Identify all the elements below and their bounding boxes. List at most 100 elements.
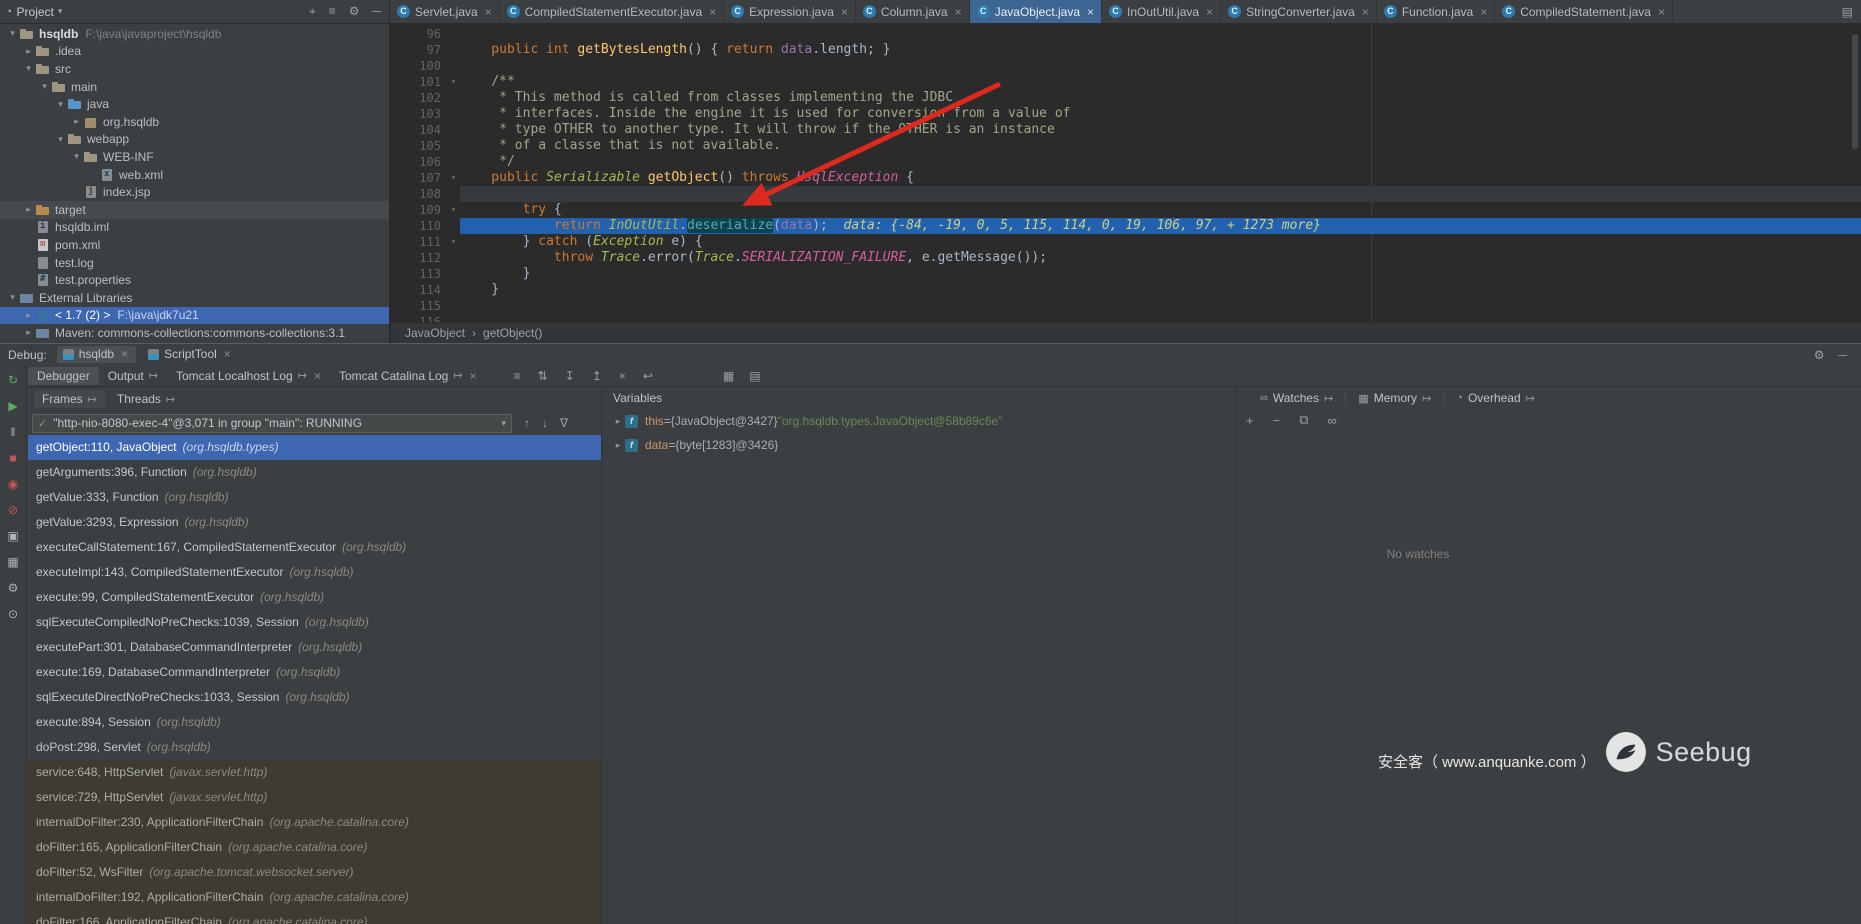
chevron-down-icon[interactable]: ▾ xyxy=(54,134,67,145)
chevron-down-icon[interactable]: ▾ xyxy=(6,292,19,303)
editor-tab-function[interactable]: CFunction.java× xyxy=(1377,0,1495,23)
tree-item-webapp[interactable]: ▾webapp xyxy=(0,131,389,149)
stack-frame-library[interactable]: service:729, HttpServlet(javax.servlet.h… xyxy=(28,785,601,810)
breadcrumb-class[interactable]: JavaObject xyxy=(405,326,465,340)
remove-watch-icon[interactable]: − xyxy=(1273,413,1281,428)
filter-icon[interactable]: ∇ xyxy=(560,416,568,430)
fold-marker[interactable]: ▾ xyxy=(451,237,456,246)
grid-icon[interactable]: ▦ xyxy=(723,369,734,383)
tree-item-external-libraries[interactable]: ▾External Libraries xyxy=(0,289,389,307)
chevron-right-icon[interactable]: ▸ xyxy=(611,416,625,427)
down-icon[interactable]: ↓ xyxy=(542,416,548,430)
editor-tab-column[interactable]: CColumn.java× xyxy=(856,0,970,23)
editor-tab-compiledstatement[interactable]: CCompiledStatement.java× xyxy=(1495,0,1673,23)
memory-toggle[interactable]: ▦ Memory ↦ xyxy=(1346,391,1444,405)
stack-frame-library[interactable]: doFilter:52, WsFilter(org.apache.tomcat.… xyxy=(28,860,601,885)
tree-item-maven-commons-collections[interactable]: ▸Maven: commons-collections:commons-coll… xyxy=(0,324,389,342)
hide-panel-icon[interactable]: ─ xyxy=(372,4,381,19)
watches-toggle[interactable]: ∞ Watches ↦ xyxy=(1248,391,1346,405)
close-icon[interactable]: × xyxy=(224,347,231,361)
editor-tab-servlet[interactable]: CServlet.java× xyxy=(390,0,500,23)
mute-breakpoints-icon[interactable]: ⊘ xyxy=(0,500,26,521)
glasses-icon[interactable]: ∞ xyxy=(1327,413,1336,428)
debug-session-tab-scripttool[interactable]: ScriptTool × xyxy=(142,346,239,363)
soft-wrap-icon[interactable]: ↩ xyxy=(643,369,653,383)
stack-frame[interactable]: getValue:333, Function(org.hsqldb) xyxy=(28,485,601,510)
tree-item-idea[interactable]: ▸.idea xyxy=(0,43,389,61)
console-tab-debugger[interactable]: Debugger xyxy=(28,367,99,385)
tree-item-web-inf[interactable]: ▾WEB-INF xyxy=(0,148,389,166)
thread-selector[interactable]: ✓ "http-nio-8080-exec-4"@3,071 in group … xyxy=(32,414,512,433)
view-breakpoints-icon[interactable]: ◉ xyxy=(0,474,26,495)
stack-frame[interactable]: executeImpl:143, CompiledStatementExecut… xyxy=(28,560,601,585)
fold-marker[interactable]: ▾ xyxy=(451,205,456,214)
close-icon[interactable]: × xyxy=(1480,5,1487,19)
stack-frame[interactable]: getObject:110, JavaObject(org.hsqldb.typ… xyxy=(28,435,601,460)
thread-dump-icon[interactable]: ▣ xyxy=(0,526,26,547)
editor-tab-compiledstatementexecutor[interactable]: CCompiledStatementExecutor.java× xyxy=(500,0,724,23)
editor-tab-stringconverter[interactable]: CStringConverter.java× xyxy=(1221,0,1377,23)
chevron-down-icon[interactable]: ▾ xyxy=(54,99,67,110)
restore-layout-icon[interactable]: ▦ xyxy=(0,552,26,573)
chevron-down-icon[interactable]: ▾ xyxy=(58,6,63,17)
stop-icon[interactable]: ■ xyxy=(0,448,26,469)
close-icon[interactable]: × xyxy=(314,369,321,383)
close-icon[interactable]: × xyxy=(470,369,477,383)
fold-marker[interactable]: ▾ xyxy=(451,77,456,86)
close-icon[interactable]: × xyxy=(709,5,716,19)
clear-icon[interactable]: × xyxy=(619,369,626,383)
tab-frames[interactable]: Frames↦ xyxy=(34,390,105,408)
overhead-toggle[interactable]: ◔ Overhead ↦ xyxy=(1444,391,1547,405)
settings-icon[interactable]: ⚙ xyxy=(0,578,26,599)
stack-frame[interactable]: executeCallStatement:167, CompiledStatem… xyxy=(28,535,601,560)
close-icon[interactable]: × xyxy=(1658,5,1665,19)
variable-row-data[interactable]: ▸ f data = {byte[1283]@3426} xyxy=(603,433,1236,457)
console-tab-tomcat-localhost-log[interactable]: Tomcat Localhost Log↦× xyxy=(167,367,330,385)
up-icon[interactable]: ↑ xyxy=(524,416,530,430)
tree-item-src[interactable]: ▾src xyxy=(0,60,389,78)
chevron-right-icon[interactable]: ▸ xyxy=(22,310,35,321)
hide-panel-icon[interactable]: ─ xyxy=(1838,348,1847,362)
fold-marker[interactable]: ▾ xyxy=(451,173,456,182)
locate-icon[interactable]: ⌖ xyxy=(309,4,316,19)
menu-icon[interactable]: ≡ xyxy=(329,4,336,19)
tree-item-jdk-17[interactable]: ▸< 1.7 (2) >F:\java\jdk7u21 xyxy=(0,307,389,325)
stack-frame[interactable]: sqlExecuteCompiledNoPreChecks:1039, Sess… xyxy=(28,610,601,635)
chevron-right-icon[interactable]: ▸ xyxy=(22,46,35,57)
stack-frame-library[interactable]: doFilter:165, ApplicationFilterChain(org… xyxy=(28,835,601,860)
menu-icon[interactable]: ≡ xyxy=(514,369,521,383)
table-icon[interactable]: ▤ xyxy=(749,369,760,383)
stack-frame[interactable]: executePart:301, DatabaseCommandInterpre… xyxy=(28,635,601,660)
chevron-down-icon[interactable]: ▾ xyxy=(38,81,51,92)
add-watch-icon[interactable]: + xyxy=(1246,413,1254,428)
stack-frame[interactable]: execute:894, Session(org.hsqldb) xyxy=(28,710,601,735)
chevron-right-icon[interactable]: ▸ xyxy=(22,204,35,215)
close-icon[interactable]: × xyxy=(955,5,962,19)
stack-frame-library[interactable]: internalDoFilter:230, ApplicationFilterC… xyxy=(28,810,601,835)
tree-item-hsqldb-iml[interactable]: hsqldb.iml xyxy=(0,219,389,237)
stack-frame[interactable]: execute:169, DatabaseCommandInterpreter(… xyxy=(28,660,601,685)
tree-item-test-log[interactable]: test.log xyxy=(0,254,389,272)
code-editor[interactable]: 96 97 public int getBytesLength() { retu… xyxy=(391,24,1861,322)
close-icon[interactable]: × xyxy=(841,5,848,19)
close-icon[interactable]: × xyxy=(485,5,492,19)
stack-frame[interactable]: doPost:298, Servlet(org.hsqldb) xyxy=(28,735,601,760)
stack-frame[interactable]: getArguments:396, Function(org.hsqldb) xyxy=(28,460,601,485)
rerun-icon[interactable]: ↻ xyxy=(0,370,26,391)
scroll-down-icon[interactable]: ↧ xyxy=(565,369,575,383)
chevron-right-icon[interactable]: ▸ xyxy=(70,116,83,127)
stack-frame-library[interactable]: doFilter:166, ApplicationFilterChain(org… xyxy=(28,910,601,924)
close-icon[interactable]: × xyxy=(1206,5,1213,19)
breadcrumb-method[interactable]: getObject() xyxy=(483,326,542,340)
console-tab-tomcat-catalina-log[interactable]: Tomcat Catalina Log↦× xyxy=(330,367,486,385)
chevron-down-icon[interactable]: ▾ xyxy=(6,28,19,39)
chevron-right-icon[interactable]: ▸ xyxy=(611,440,625,451)
debug-session-tab-hsqldb[interactable]: hsqldb × xyxy=(57,346,136,363)
tree-item-web-xml[interactable]: web.xml xyxy=(0,166,389,184)
tree-item-hsqldb[interactable]: ▾hsqldbF:\java\javaproject\hsqldb xyxy=(0,25,389,43)
console-tab-output[interactable]: Output↦ xyxy=(99,367,167,385)
close-icon[interactable]: × xyxy=(1362,5,1369,19)
stack-frame[interactable]: getValue:3293, Expression(org.hsqldb) xyxy=(28,510,601,535)
tree-item-main[interactable]: ▾main xyxy=(0,78,389,96)
stack-frame-library[interactable]: service:648, HttpServlet(javax.servlet.h… xyxy=(28,760,601,785)
